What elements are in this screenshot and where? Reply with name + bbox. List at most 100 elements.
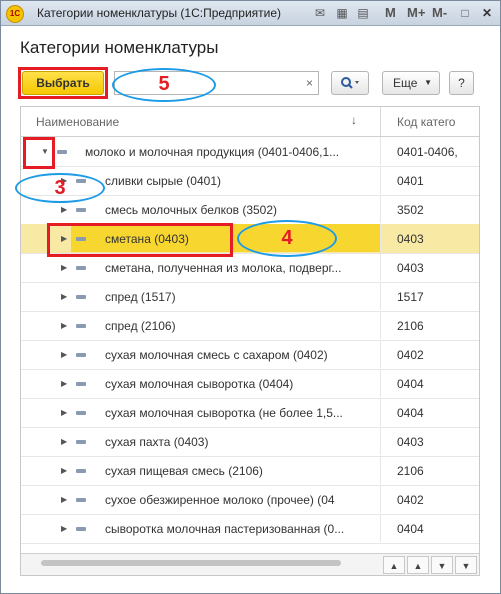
table-row[interactable]: ▶ спред (1517) 1517 xyxy=(21,282,479,312)
group-icon xyxy=(57,150,67,154)
row-code-cell: 0403 xyxy=(380,427,479,455)
expand-toggle-icon[interactable]: ▶ xyxy=(61,205,67,214)
page-title: Категории номенклатуры xyxy=(20,38,219,57)
row-name: молоко и молочная продукция (0401-0406,1… xyxy=(85,145,340,159)
memory-minus-button[interactable]: M- xyxy=(432,5,447,20)
row-code: 2106 xyxy=(397,319,424,333)
item-icon xyxy=(76,469,86,473)
row-code-cell: 0402 xyxy=(380,340,479,368)
table-row[interactable]: ▶ сыворотка молочная пастеризованная (0..… xyxy=(21,514,479,544)
row-code: 0403 xyxy=(397,232,424,246)
item-icon xyxy=(76,527,86,531)
expand-toggle-icon[interactable]: ▶ xyxy=(61,263,67,272)
annotation-box-select xyxy=(18,67,108,99)
row-code: 0401 xyxy=(397,174,424,188)
column-divider xyxy=(380,107,381,136)
close-icon[interactable]: ✕ xyxy=(479,5,495,21)
table-row[interactable]: ▶ смесь молочных белков (3502) 3502 xyxy=(21,195,479,225)
next-page-icon[interactable]: ▼ xyxy=(431,556,453,574)
row-name: сухая пищевая смесь (2106) xyxy=(105,464,263,478)
row-code: 0403 xyxy=(397,435,424,449)
memory-m-button[interactable]: M xyxy=(385,5,396,20)
app-window: 1С Категории номенклатуры (1С:Предприяти… xyxy=(0,0,501,594)
table-row[interactable]: ▶ сухая молочная сыворотка (0404) 0404 xyxy=(21,369,479,399)
column-name-header[interactable]: Наименование xyxy=(36,115,119,129)
table-header: Наименование ↓ Код катего xyxy=(21,107,479,137)
sort-arrow-icon[interactable]: ↓ xyxy=(351,113,357,127)
table-row[interactable]: ▶ спред (2106) 2106 xyxy=(21,311,479,341)
expand-toggle-icon[interactable]: ▶ xyxy=(61,292,67,301)
memory-plus-button[interactable]: M+ xyxy=(407,5,425,20)
row-name: сухое обезжиренное молоко (прочее) (04 xyxy=(105,493,335,507)
item-icon xyxy=(76,295,86,299)
table-row[interactable]: ▶ сухая пищевая смесь (2106) 2106 xyxy=(21,456,479,486)
table-row[interactable]: ▶ сухая молочная смесь с сахаром (0402) 04… xyxy=(21,340,479,370)
row-code: 2106 xyxy=(397,464,424,478)
row-code: 0404 xyxy=(397,377,424,391)
chevron-down-icon: ▼ xyxy=(424,78,432,87)
calendar-icon[interactable]: ▤ xyxy=(355,5,371,21)
table-row[interactable]: ▶ сухая молочная сыворотка (не более 1,5.… xyxy=(21,398,479,428)
table-footer: ▲ ▲ ▼ ▼ xyxy=(21,553,479,575)
expand-toggle-icon[interactable]: ▶ xyxy=(61,408,67,417)
table-row[interactable]: ▶ сметана, полученная из молока, подверг.… xyxy=(21,253,479,283)
more-button[interactable]: Еще ▼ xyxy=(382,71,440,95)
more-button-label: Еще xyxy=(393,76,418,90)
last-page-icon[interactable]: ▼ xyxy=(455,556,477,574)
row-code-cell: 0404 xyxy=(380,514,479,542)
previous-page-icon[interactable]: ▲ xyxy=(407,556,429,574)
item-icon xyxy=(76,440,86,444)
expand-toggle-icon[interactable]: ▶ xyxy=(61,350,67,359)
restore-icon[interactable]: □ xyxy=(457,5,473,21)
table-row-parent[interactable]: ▼ молоко и молочная продукция (0401-0406… xyxy=(21,137,479,167)
row-code: 0402 xyxy=(397,493,424,507)
horizontal-scrollbar[interactable] xyxy=(41,560,341,566)
annotation-3: 3 xyxy=(15,173,105,203)
first-page-icon[interactable]: ▲ xyxy=(383,556,405,574)
row-name: сыворотка молочная пастеризованная (0... xyxy=(105,522,345,536)
row-code-cell: 0404 xyxy=(380,398,479,426)
calculator-icon[interactable]: ▦ xyxy=(334,5,350,21)
expand-toggle-icon[interactable]: ▶ xyxy=(61,466,67,475)
expand-toggle-icon[interactable]: ▶ xyxy=(61,321,67,330)
table-row[interactable]: ▶ сухая пахта (0403) 0403 xyxy=(21,427,479,457)
annotation-box-selected-row xyxy=(47,223,233,257)
item-icon xyxy=(76,411,86,415)
row-name: сухая пахта (0403) xyxy=(105,435,209,449)
row-code: 3502 xyxy=(397,203,424,217)
column-code-header[interactable]: Код катего xyxy=(397,115,455,129)
row-name: сухая молочная смесь с сахаром (0402) xyxy=(105,348,328,362)
row-code-cell: 2106 xyxy=(380,456,479,484)
1c-logo-icon: 1С xyxy=(6,5,24,23)
help-button[interactable]: ? xyxy=(449,71,474,95)
link-icon[interactable]: ✉ xyxy=(312,5,328,21)
window-title: Категории номенклатуры (1С:Предприятие) xyxy=(37,6,282,20)
expand-toggle-icon[interactable]: ▶ xyxy=(61,437,67,446)
row-code: 0404 xyxy=(397,522,424,536)
row-code-cell: 2106 xyxy=(380,311,479,339)
item-icon xyxy=(76,353,86,357)
expand-toggle-icon[interactable]: ▶ xyxy=(61,379,67,388)
row-code: 0404 xyxy=(397,406,424,420)
row-code-cell: 0403 xyxy=(380,253,479,281)
row-name: сухая молочная сыворотка (0404) xyxy=(105,377,294,391)
row-code: 0401-0406, xyxy=(397,145,458,159)
expand-toggle-icon[interactable]: ▶ xyxy=(61,495,67,504)
row-code-cell: 0401-0406, xyxy=(380,137,479,165)
row-code-cell: 0401 xyxy=(380,166,479,194)
row-code: 1517 xyxy=(397,290,424,304)
clear-icon[interactable]: × xyxy=(306,76,313,90)
table-row[interactable]: ▶ сухое обезжиренное молоко (прочее) (04 0… xyxy=(21,485,479,515)
annotation-5: 5 xyxy=(112,68,216,102)
row-code-cell: 0402 xyxy=(380,485,479,513)
row-code: 0402 xyxy=(397,348,424,362)
row-name: спред (1517) xyxy=(105,290,176,304)
row-code-cell: 0403 xyxy=(380,224,479,252)
item-icon xyxy=(76,324,86,328)
search-button[interactable] xyxy=(331,71,369,95)
expand-toggle-icon[interactable]: ▶ xyxy=(61,524,67,533)
item-icon xyxy=(76,208,86,212)
row-name: смесь молочных белков (3502) xyxy=(105,203,278,217)
title-bar: 1С Категории номенклатуры (1С:Предприяти… xyxy=(1,1,500,26)
row-name: сливки сырые (0401) xyxy=(105,174,221,188)
